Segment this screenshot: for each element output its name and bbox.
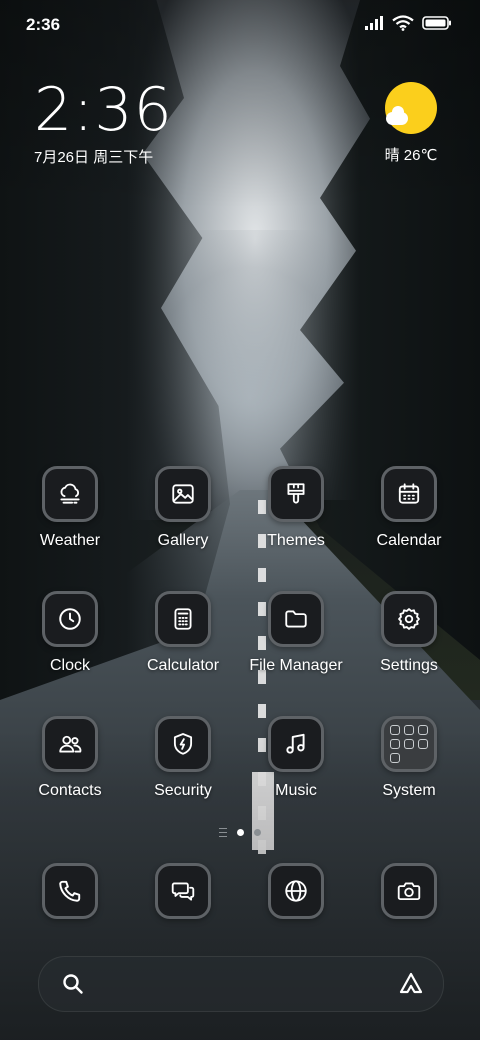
page-dot-active[interactable] [237, 829, 244, 836]
app-themes[interactable]: Themes [240, 466, 352, 550]
sun-with-cloud-icon [385, 82, 437, 134]
app-label: Themes [267, 532, 325, 549]
app-label: Gallery [157, 532, 209, 549]
battery-icon [422, 16, 451, 30]
app-label: Settings [380, 657, 438, 674]
gear-icon [381, 591, 437, 647]
music-note-icon [268, 716, 324, 772]
app-label: Calculator [146, 657, 220, 674]
assistant-icon[interactable] [397, 971, 425, 997]
page-dot[interactable] [254, 829, 261, 836]
app-label: Weather [39, 532, 101, 549]
clock-icon [42, 591, 98, 647]
contacts-icon [42, 716, 98, 772]
page-indicator [0, 828, 480, 837]
app-label: Music [275, 782, 317, 799]
image-icon [155, 466, 211, 522]
app-music[interactable]: Music [240, 716, 352, 800]
phone-icon [42, 863, 98, 919]
app-weather[interactable]: Weather [14, 466, 126, 550]
app-label: Calendar [376, 532, 442, 549]
widget-date: 7月26日 周三下午 [34, 149, 154, 166]
app-drawer-lines-icon[interactable] [219, 828, 227, 837]
app-security[interactable]: Security [127, 716, 239, 800]
calculator-icon [155, 591, 211, 647]
weather-widget[interactable]: 晴 26℃ [376, 82, 446, 165]
clock-widget[interactable]: 2:36 7月26日 周三下午 [34, 78, 173, 167]
app-label: System [382, 782, 436, 799]
folder-system[interactable]: System [353, 716, 465, 800]
signal-icon [365, 16, 383, 30]
app-label: File Manager [249, 657, 343, 674]
app-label: Clock [49, 657, 90, 674]
dock-browser[interactable] [240, 863, 352, 919]
app-calendar[interactable]: Calendar [353, 466, 465, 550]
app-file-manager[interactable]: File Manager [240, 591, 352, 675]
app-gallery[interactable]: Gallery [127, 466, 239, 550]
paintbrush-icon [268, 466, 324, 522]
dock-camera[interactable] [353, 863, 465, 919]
app-settings[interactable]: Settings [353, 591, 465, 675]
search-icon[interactable] [61, 972, 85, 996]
weather-temp: 晴 26℃ [384, 147, 438, 164]
dock-phone[interactable] [14, 863, 126, 919]
status-time: 2:36 [26, 15, 61, 34]
dock-messages[interactable] [127, 863, 239, 919]
app-contacts[interactable]: Contacts [14, 716, 126, 800]
folder-icon [268, 591, 324, 647]
camera-icon [381, 863, 437, 919]
shield-bolt-icon [155, 716, 211, 772]
cloud-fog-icon [42, 466, 98, 522]
status-icons [364, 15, 452, 31]
wifi-icon [392, 15, 414, 31]
app-label: Contacts [38, 782, 102, 799]
folder-grid-icon [381, 716, 437, 772]
widget-time: 2:36 [34, 75, 173, 145]
app-clock[interactable]: Clock [14, 591, 126, 675]
messages-icon [155, 863, 211, 919]
app-label: Security [154, 782, 212, 799]
app-calculator[interactable]: Calculator [127, 591, 239, 675]
status-bar: 2:36 [0, 0, 480, 50]
browser-globe-icon [268, 863, 324, 919]
search-bar[interactable] [38, 956, 444, 1012]
calendar-icon [381, 466, 437, 522]
